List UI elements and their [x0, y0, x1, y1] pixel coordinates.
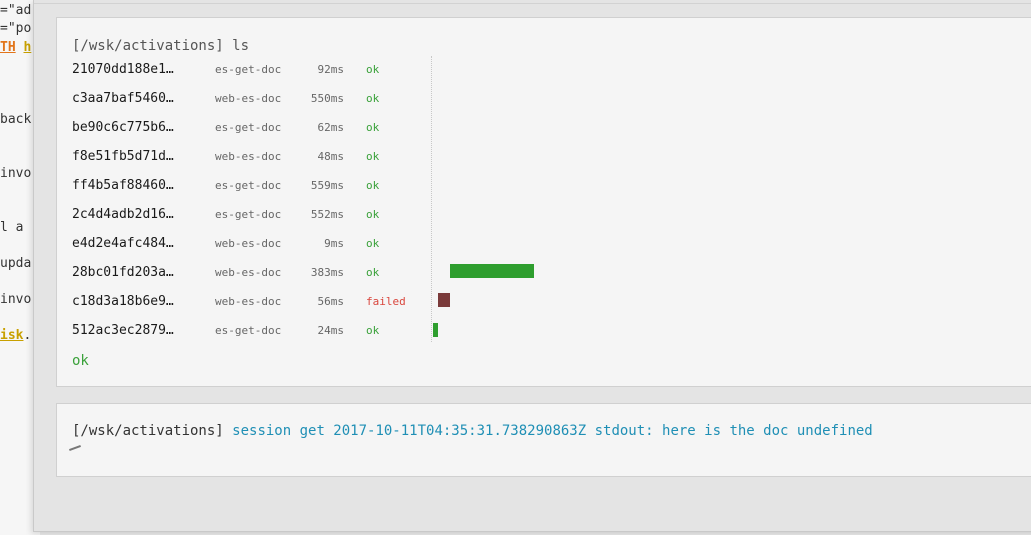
session-block: [/wsk/activations] session get 2017-10-1… [56, 403, 1031, 477]
activation-status: ok [366, 63, 380, 76]
activation-id[interactable]: 21070dd188e1… [72, 62, 174, 77]
command-result: ok [72, 353, 89, 369]
activation-duration: 9ms [324, 237, 344, 250]
activation-duration: 559ms [310, 179, 344, 192]
activation-row[interactable]: 21070dd188e1… es-get-doc 92ms ok [72, 59, 1031, 81]
activation-row[interactable]: e4d2e4afc484… web-es-doc 9ms ok [72, 233, 1031, 255]
activation-name: web-es-doc [215, 150, 282, 163]
editor-line: invo [0, 292, 32, 307]
activation-id[interactable]: 28bc01fd203a… [72, 265, 174, 280]
activation-status: ok [366, 208, 380, 221]
activation-name: web-es-doc [215, 237, 282, 250]
prompt-path: [/wsk/activations] [72, 423, 224, 439]
activation-timeline-bar[interactable] [450, 264, 534, 278]
shell-window: [/wsk/activations] ls 21070dd188e1… es-ge… [33, 0, 1031, 532]
editor-line: TH h [0, 40, 32, 55]
activation-duration: 92ms [317, 63, 345, 76]
activation-id[interactable]: c18d3a18b6e9… [72, 294, 174, 309]
activation-status: ok [366, 92, 380, 105]
activation-duration: 552ms [310, 208, 344, 221]
command-prompt: [/wsk/activations] ls [72, 38, 249, 54]
activation-id[interactable]: ff4b5af88460… [72, 178, 174, 193]
activation-duration: 62ms [317, 121, 345, 134]
activation-name: es-get-doc [215, 208, 282, 221]
prompt-path: [/wsk/activations] [72, 38, 224, 54]
session-command-text[interactable]: session get 2017-10-11T04:35:31.73829086… [232, 423, 873, 439]
activation-status: ok [366, 266, 380, 279]
activation-id[interactable]: 2c4d4adb2d16… [72, 207, 174, 222]
command-prompt: [/wsk/activations] session get 2017-10-1… [72, 423, 873, 439]
command-text: ls [232, 38, 250, 54]
editor-line: ="po [0, 21, 32, 36]
activation-id[interactable]: 512ac3ec2879… [72, 323, 174, 338]
activation-name: web-es-doc [215, 92, 282, 105]
activations-ls-block: [/wsk/activations] ls 21070dd188e1… es-ge… [56, 17, 1031, 387]
input-cursor[interactable] [69, 445, 81, 451]
editor-line: isk. [0, 328, 32, 343]
activation-timeline-bar[interactable] [433, 323, 438, 337]
activation-id[interactable]: f8e51fb5d71d… [72, 149, 174, 164]
editor-line: back [0, 112, 32, 127]
activation-row[interactable]: c3aa7baf5460… web-es-doc 550ms ok [72, 88, 1031, 110]
activation-status: failed [366, 295, 406, 308]
activation-status: ok [366, 150, 380, 163]
activation-status: ok [366, 324, 380, 337]
activation-row[interactable]: 2c4d4adb2d16… es-get-doc 552ms ok [72, 204, 1031, 226]
activation-name: web-es-doc [215, 266, 282, 279]
activation-timeline-bar[interactable] [438, 293, 450, 307]
activation-row[interactable]: 512ac3ec2879… es-get-doc 24ms ok [72, 320, 1031, 342]
top-strip [34, 0, 1031, 4]
activation-row[interactable]: be90c6c775b6… es-get-doc 62ms ok [72, 117, 1031, 139]
activation-row[interactable]: f8e51fb5d71d… web-es-doc 48ms ok [72, 146, 1031, 168]
activation-row[interactable]: c18d3a18b6e9… web-es-doc 56ms failed [72, 291, 1031, 313]
activation-duration: 56ms [317, 295, 345, 308]
activation-name: es-get-doc [215, 179, 282, 192]
activation-name: es-get-doc [215, 63, 282, 76]
activation-duration: 48ms [317, 150, 345, 163]
editor-line: upda [0, 256, 32, 271]
activation-name: es-get-doc [215, 324, 282, 337]
activation-status: ok [366, 237, 380, 250]
activation-status: ok [366, 121, 380, 134]
activation-status: ok [366, 179, 380, 192]
editor-line: l a [0, 220, 24, 235]
activation-duration: 24ms [317, 324, 345, 337]
editor-line: invo [0, 166, 32, 181]
activation-id[interactable]: c3aa7baf5460… [72, 91, 174, 106]
editor-line: ="ad [0, 3, 32, 18]
activation-row[interactable]: 28bc01fd203a… web-es-doc 383ms ok [72, 262, 1031, 284]
activation-row[interactable]: ff4b5af88460… es-get-doc 559ms ok [72, 175, 1031, 197]
activation-name: web-es-doc [215, 295, 282, 308]
activation-id[interactable]: e4d2e4afc484… [72, 236, 174, 251]
activation-duration: 383ms [310, 266, 344, 279]
activation-name: es-get-doc [215, 121, 282, 134]
activation-id[interactable]: be90c6c775b6… [72, 120, 174, 135]
activation-duration: 550ms [310, 92, 344, 105]
